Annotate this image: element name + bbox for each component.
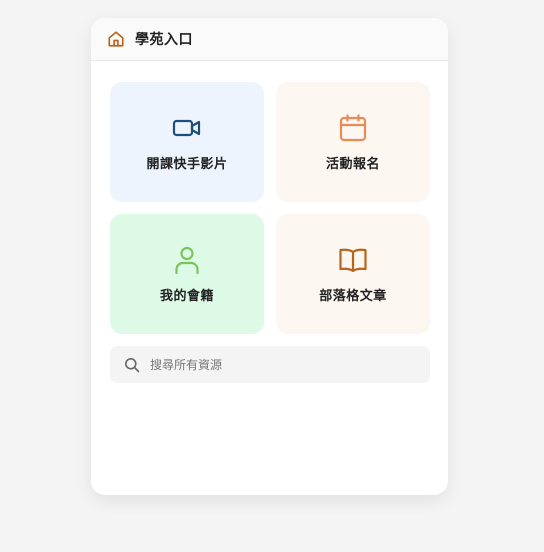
tile-course-videos[interactable]: 開課快手影片 <box>110 82 264 202</box>
shortcut-grid: 開課快手影片 活動報名 我的會籍 部落格文章 <box>110 82 430 334</box>
open-book-icon <box>338 245 368 275</box>
search-bar[interactable] <box>110 346 430 383</box>
tile-my-membership[interactable]: 我的會籍 <box>110 214 264 334</box>
page-title: 學苑入口 <box>135 32 193 48</box>
tile-label: 部落格文章 <box>319 288 387 304</box>
search-input[interactable] <box>148 356 422 373</box>
search-icon <box>124 357 140 373</box>
tile-label: 開課快手影片 <box>146 156 228 172</box>
tile-blog-articles[interactable]: 部落格文章 <box>276 214 430 334</box>
tile-label: 活動報名 <box>325 156 380 172</box>
home-icon[interactable] <box>107 30 125 48</box>
card-header: 學苑入口 <box>91 18 448 61</box>
calendar-icon <box>338 113 368 143</box>
portal-card: 學苑入口 開課快手影片 活動報名 我的會籍 部落格文章 搜尋所有資源 <box>91 18 448 495</box>
video-camera-icon <box>172 113 202 143</box>
user-icon <box>172 245 202 275</box>
tile-label: 我的會籍 <box>159 288 214 304</box>
tile-event-registration[interactable]: 活動報名 <box>276 82 430 202</box>
